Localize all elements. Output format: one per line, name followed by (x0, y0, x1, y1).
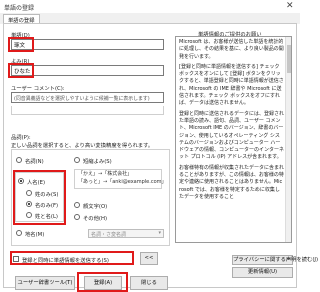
place-name-radio[interactable] (16, 230, 22, 236)
notice-scroll-thumb[interactable] (287, 45, 291, 73)
noun-radio[interactable] (16, 157, 22, 163)
title-bar: 単語の登録 ✕ (0, 0, 300, 13)
sample-line-2: 「あっと」→「anki@example.com」 (78, 179, 167, 185)
notice-paragraph-3: 登録と同時に送信されるデータには、登録された単語の読み、語句、品詞、ユーザー コ… (179, 110, 285, 161)
register-highlight (77, 272, 128, 292)
comment-label: ユーザー コメント(C): (11, 86, 65, 92)
close-button[interactable]: 閉じる (130, 276, 168, 290)
place-name-label[interactable]: 地名(M) (25, 230, 44, 238)
send-checkbox-highlight (10, 251, 134, 265)
sample-line-1: 「かえ」→「株式会社」 (78, 171, 133, 177)
dialog-body: 単語(D) 琢文 よみ(R) ひなた ユーザー コメント(C): (同音異義語な… (3, 23, 318, 288)
comment-box-tail (11, 106, 164, 115)
user-dictionary-tool-button[interactable]: ユーザー辞書ツール(T) (15, 276, 75, 290)
close-icon[interactable]: ✕ (286, 1, 294, 11)
notice-paragraph-2: [登録と同時に単語情報を送信する] チェックボックスをオンにして [登録] ボタ… (179, 63, 284, 107)
window-title: 単語の登録 (4, 5, 35, 12)
notice-paragraph-1: Microsoft は、お客様が送信した単語を統計的に処理し、その結果を基に、よ… (179, 39, 284, 60)
notice-panel: Microsoft は、お客様が送信した単語を統計的に処理し、その結果を基に、よ… (175, 36, 292, 243)
emoticon-radio[interactable] (74, 202, 80, 208)
comment-input[interactable]: (同音異義語などを選択しやすいように候補一覧に表示します) (11, 92, 164, 103)
emoticon-label[interactable]: 顔文字(O) (83, 202, 107, 210)
update-info-button[interactable]: 更新情報(U) (232, 267, 293, 278)
other-radio[interactable] (74, 214, 80, 220)
other-label[interactable]: その他(H) (83, 214, 107, 222)
reading-highlight (8, 63, 34, 78)
collapse-button[interactable]: << (140, 252, 158, 265)
pos-hint: 正しい品詞を選択すると、より高い変換精度を得られます。 (11, 143, 154, 149)
pos-label: 品詞(P): (11, 135, 31, 141)
other-pos-select-value: 名詞・さ変名詞 (91, 232, 127, 238)
short-reading-radio[interactable] (74, 157, 80, 163)
privacy-statement-button[interactable]: プライバシーに関する声明を読む(J) (232, 255, 318, 265)
person-name-highlight (13, 170, 66, 225)
short-reading-label[interactable]: 短縮よみ(S) (83, 157, 112, 165)
word-highlight (8, 37, 34, 52)
noun-label[interactable]: 名詞(N) (25, 157, 44, 165)
word-registration-window: 単語の登録 ✕ 単語の登録 単語(D) 琢文 よみ(R) ひなた ユーザー コメ… (0, 0, 318, 292)
chevron-down-icon: ▾ (158, 230, 161, 236)
notice-scrollbar[interactable] (285, 37, 291, 242)
other-pos-select[interactable]: 名詞・さ変名詞 ▾ (88, 229, 164, 238)
notice-paragraph-4: お客様特有の情報が収集されたデータに含まれることがありますが、この情報は、お客様… (179, 164, 285, 200)
